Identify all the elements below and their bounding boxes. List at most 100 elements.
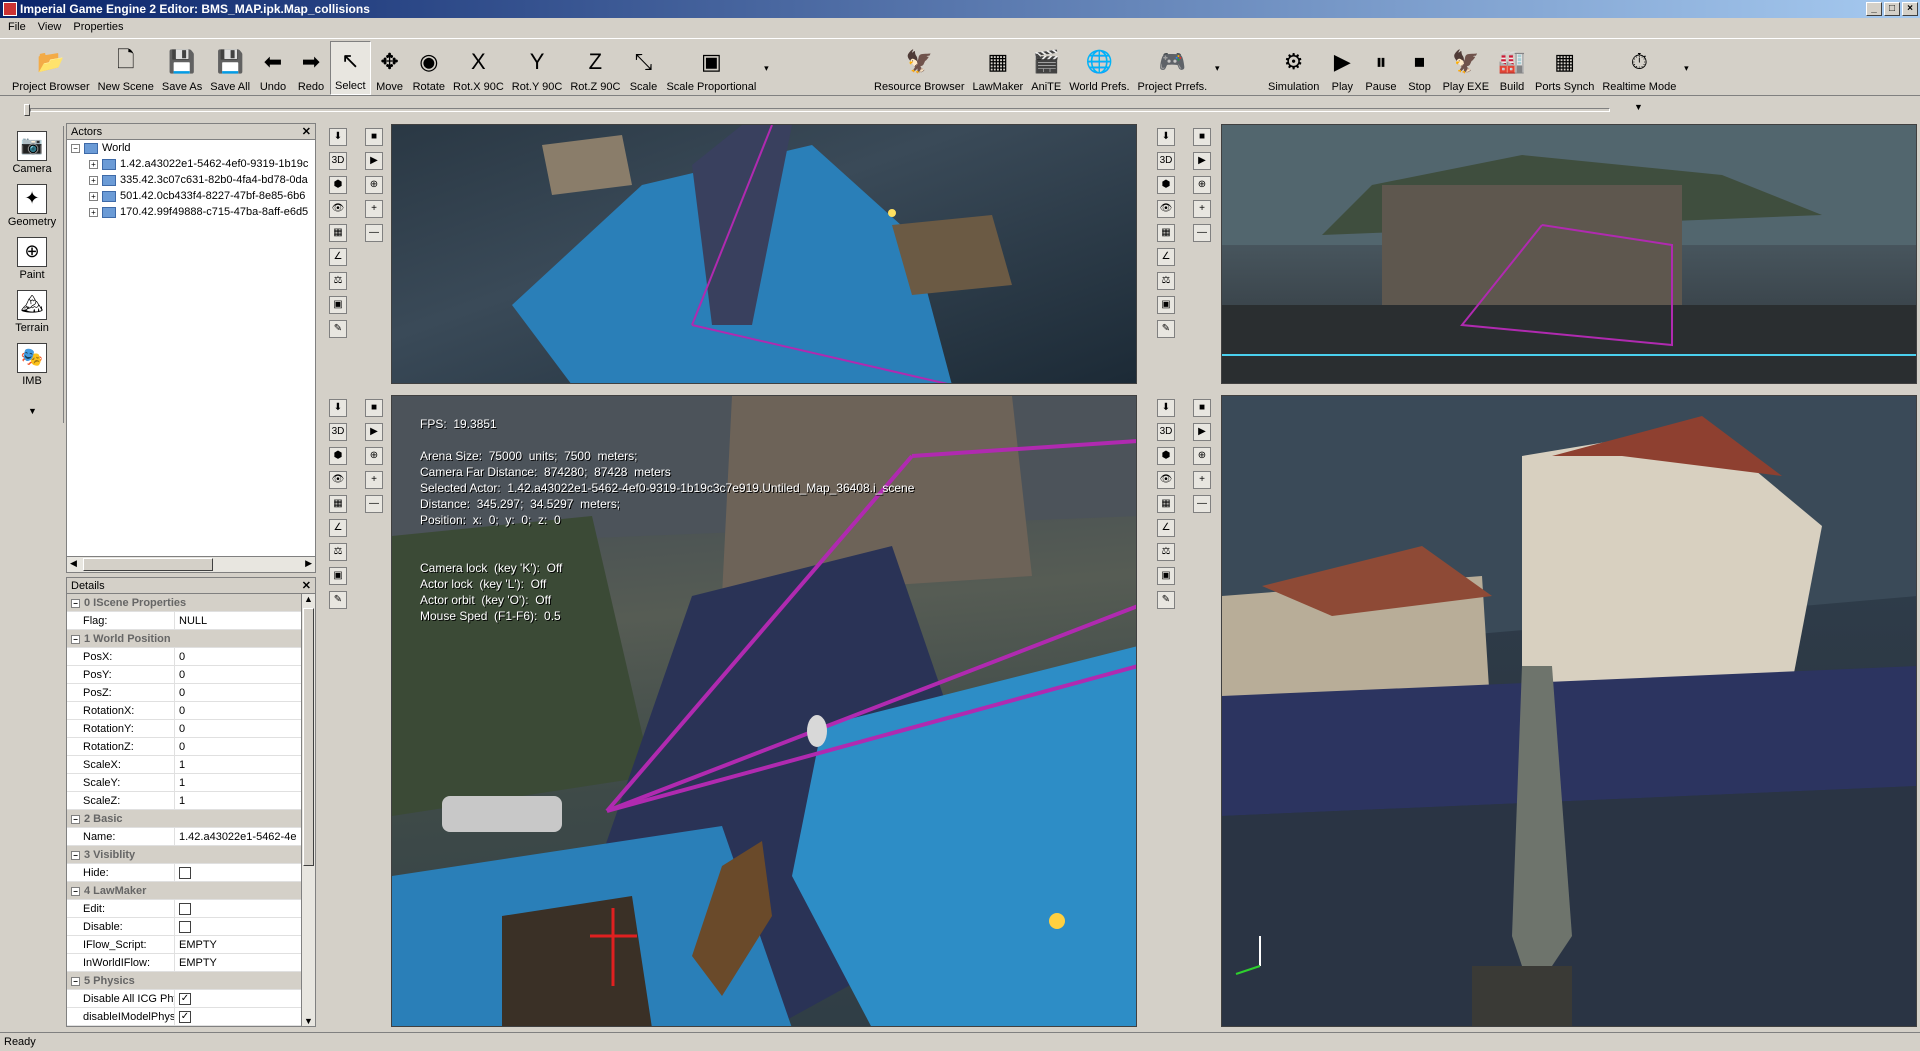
project-prrefs-button[interactable]: 🎮 Project Prrefs.	[1134, 41, 1212, 95]
details-vscroll-thumb[interactable]	[303, 608, 314, 866]
move-button[interactable]: ✥ Move	[371, 41, 409, 95]
angle-icon[interactable]: ∠	[329, 519, 347, 537]
visibility-icon[interactable]: 👁	[1157, 471, 1175, 489]
pause-button[interactable]: ⏸ Pause	[1361, 41, 1400, 95]
slider-dropdown-icon[interactable]: ▼	[1634, 102, 1643, 112]
layers-icon[interactable]: ▣	[1157, 296, 1175, 314]
grid-icon[interactable]: ▦	[1157, 495, 1175, 513]
property-value[interactable]: 1	[175, 774, 301, 791]
viewport-top-right[interactable]	[1221, 124, 1917, 384]
play-icon[interactable]: ▶	[365, 423, 383, 441]
scroll-left-icon[interactable]: ◀	[70, 558, 77, 569]
undo-button[interactable]: ⬅ Undo	[254, 41, 292, 95]
scroll-down-icon[interactable]: ▼	[304, 1016, 313, 1026]
timeline-track[interactable]	[30, 108, 1610, 112]
left-tools-more-icon[interactable]: ▼	[28, 406, 37, 416]
record-icon[interactable]: ■	[365, 128, 383, 146]
target-icon[interactable]: ⊕	[1193, 176, 1211, 194]
tool-terrain[interactable]: 🏔 Terrain	[0, 285, 64, 338]
project-browser-button[interactable]: 📂 Project Browser	[8, 41, 94, 95]
tool-camera[interactable]: 📷 Camera	[0, 126, 64, 179]
view-3d-button[interactable]: 3D	[329, 152, 347, 170]
shading-icon[interactable]: ⬢	[329, 176, 347, 194]
collapse-icon[interactable]: −	[71, 635, 80, 644]
actor-item[interactable]: +501.42.0cb433f4-8227-47bf-8e85-6b6	[71, 188, 315, 204]
visibility-icon[interactable]: 👁	[329, 200, 347, 218]
disable-all-icg-phy-checkbox[interactable]: ✓	[179, 993, 191, 1006]
menu-file[interactable]: File	[4, 18, 30, 36]
actor-item[interactable]: +1.42.a43022e1-5462-4ef0-9319-1b19c	[71, 156, 315, 172]
simulation-button[interactable]: ⚙ Simulation	[1264, 41, 1323, 95]
angle-icon[interactable]: ∠	[1157, 248, 1175, 266]
view-3d-button[interactable]: 3D	[329, 423, 347, 441]
balance-icon[interactable]: ⚖	[1157, 543, 1175, 561]
viewport-top-left[interactable]	[391, 124, 1137, 384]
collapse-icon[interactable]: −	[71, 599, 80, 608]
collapse-icon[interactable]: −	[71, 977, 80, 986]
shading-icon[interactable]: ⬢	[329, 447, 347, 465]
toolbar-overflow-icon[interactable]: ▾	[760, 41, 772, 95]
eraser-icon[interactable]: ✎	[1157, 591, 1175, 609]
target-icon[interactable]: ⊕	[365, 447, 383, 465]
grid-icon[interactable]: ▦	[1157, 224, 1175, 242]
viewport-main-perspective[interactable]: FPS: 19.3851 Arena Size: 75000 units; 75…	[391, 395, 1137, 1027]
actors-hscroll-thumb[interactable]	[83, 558, 213, 571]
build-button[interactable]: 🏭 Build	[1493, 41, 1531, 95]
rot-x-90c-button[interactable]: X Rot.X 90C	[449, 41, 508, 95]
play-icon[interactable]: ▶	[1193, 152, 1211, 170]
actor-item[interactable]: +335.42.3c07c631-82b0-4fa4-bd78-0da	[71, 172, 315, 188]
property-value[interactable]: 0	[175, 684, 301, 701]
play-button[interactable]: ▶ Play	[1323, 41, 1361, 95]
play-icon[interactable]: ▶	[365, 152, 383, 170]
close-window-button[interactable]: ×	[1902, 2, 1918, 16]
property-category[interactable]: −2 Basic	[67, 810, 301, 828]
disable-checkbox[interactable]	[179, 921, 191, 934]
details-close-icon[interactable]: ✕	[302, 578, 311, 594]
add-icon[interactable]: +	[365, 471, 383, 489]
remove-icon[interactable]: —	[365, 495, 383, 513]
redo-button[interactable]: ➡ Redo	[292, 41, 330, 95]
remove-icon[interactable]: —	[1193, 224, 1211, 242]
property-value[interactable]: 0	[175, 666, 301, 683]
rot-y-90c-button[interactable]: Y Rot.Y 90C	[508, 41, 567, 95]
property-value[interactable]: 1.42.a43022e1-5462-4e	[175, 828, 301, 845]
record-icon[interactable]: ■	[365, 399, 383, 417]
expand-icon[interactable]: +	[89, 159, 98, 169]
disableimodelphysi-checkbox[interactable]: ✓	[179, 1011, 191, 1024]
layers-icon[interactable]: ▣	[1157, 567, 1175, 585]
hide-checkbox[interactable]	[179, 867, 191, 880]
shading-icon[interactable]: ⬢	[1157, 447, 1175, 465]
view-3d-button[interactable]: 3D	[1157, 152, 1175, 170]
property-value[interactable]: 1	[175, 792, 301, 809]
property-category[interactable]: −3 Visiblity	[67, 846, 301, 864]
property-value[interactable]: 0	[175, 720, 301, 737]
ports-synch-button[interactable]: ▦ Ports Synch	[1531, 41, 1598, 95]
world-prefs-button[interactable]: 🌐 World Prefs.	[1065, 41, 1133, 95]
tool-imb[interactable]: 🎭 IMB	[0, 338, 64, 391]
collapse-icon[interactable]: −	[71, 815, 80, 824]
expand-icon[interactable]: +	[89, 191, 98, 201]
details-vscrollbar[interactable]: ▲ ▼	[301, 594, 315, 1026]
resource-browser-button[interactable]: 🦅 Resource Browser	[870, 41, 968, 95]
scale-proportional-button[interactable]: ▣ Scale Proportional	[662, 41, 760, 95]
minimize-button[interactable]: _	[1866, 2, 1882, 16]
property-value[interactable]: EMPTY	[175, 936, 301, 953]
record-icon[interactable]: ■	[1193, 399, 1211, 417]
add-icon[interactable]: +	[365, 200, 383, 218]
balance-icon[interactable]: ⚖	[329, 543, 347, 561]
scale-button[interactable]: ⤡ Scale	[624, 41, 662, 95]
shading-icon[interactable]: ⬢	[1157, 176, 1175, 194]
edit-checkbox[interactable]	[179, 903, 191, 916]
property-category[interactable]: −1 World Position	[67, 630, 301, 648]
property-value[interactable]: 0	[175, 738, 301, 755]
property-category[interactable]: −4 LawMaker	[67, 882, 301, 900]
eraser-icon[interactable]: ✎	[329, 591, 347, 609]
remove-icon[interactable]: —	[365, 224, 383, 242]
rot-z-90c-button[interactable]: Z Rot.Z 90C	[566, 41, 624, 95]
menu-view[interactable]: View	[34, 18, 66, 36]
target-icon[interactable]: ⊕	[365, 176, 383, 194]
realtime-mode-button[interactable]: ⏱ Realtime Mode	[1598, 41, 1680, 95]
toolbar-overflow-icon[interactable]: ▾	[1211, 41, 1223, 95]
stop-button[interactable]: ⏹ Stop	[1401, 41, 1439, 95]
expand-icon[interactable]: +	[89, 207, 98, 217]
